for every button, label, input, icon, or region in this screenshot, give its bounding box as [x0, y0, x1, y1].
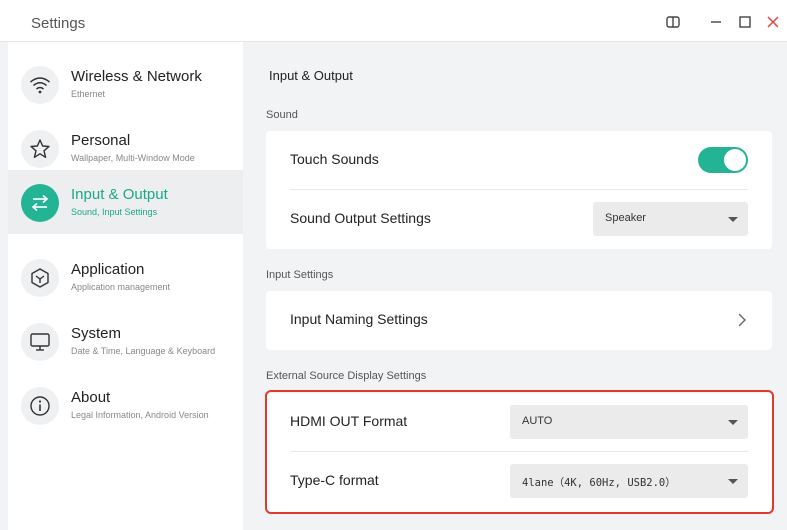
sidebar-item-subtitle: Ethernet	[71, 89, 106, 99]
sidebar-item-title: Application	[71, 261, 145, 278]
sidebar-item-title: Personal	[71, 132, 131, 149]
star-icon	[21, 130, 59, 168]
info-icon	[21, 387, 59, 425]
caret-down-icon	[728, 217, 738, 222]
sidebar-item-subtitle: Legal Information, Android Version	[71, 410, 209, 420]
maximize-icon[interactable]	[737, 14, 753, 30]
sound-output-row: Sound Output Settings Speaker	[266, 190, 772, 249]
sidebar-item-subtitle: Wallpaper, Multi-Window Mode	[71, 153, 195, 163]
minimize-icon[interactable]	[708, 14, 724, 30]
wifi-icon	[21, 66, 59, 104]
sidebar-item-subtitle: Application management	[71, 282, 171, 292]
title-bar: Settings	[0, 0, 787, 42]
sound-card: Touch Sounds Sound Output Settings Speak…	[266, 131, 772, 249]
sidebar-item-input-output[interactable]: Input & Output Sound, Input Settings	[8, 170, 243, 234]
touch-sounds-toggle[interactable]	[698, 147, 748, 173]
sidebar-item-subtitle: Sound, Input Settings	[71, 207, 158, 217]
window-title: Settings	[31, 15, 86, 32]
cube-icon	[21, 259, 59, 297]
split-view-icon[interactable]	[665, 14, 681, 30]
sidebar-item-about[interactable]: About Legal Information, Android Version	[8, 373, 243, 437]
section-label-external: External Source Display Settings	[266, 370, 427, 382]
sidebar-item-title: About	[71, 389, 111, 406]
toggle-knob	[724, 149, 746, 171]
sound-output-select[interactable]: Speaker	[593, 202, 748, 236]
close-icon[interactable]	[765, 14, 781, 30]
sidebar-item-wireless-network[interactable]: Wireless & Network Ethernet	[8, 52, 243, 116]
touch-sounds-label: Touch Sounds	[290, 151, 379, 167]
chevron-right-icon	[738, 313, 746, 332]
sidebar-item-application[interactable]: Application Application management	[8, 245, 243, 309]
input-card: Input Naming Settings	[266, 291, 772, 350]
swap-arrows-icon	[21, 184, 59, 222]
monitor-icon	[21, 323, 59, 361]
sidebar-item-subtitle: Date & Time, Language & Keyboard	[71, 346, 216, 356]
touch-sounds-row[interactable]: Touch Sounds	[266, 131, 772, 190]
sidebar-item-title: System	[71, 325, 122, 342]
sidebar: Wireless & Network Ethernet Personal Wal…	[8, 42, 243, 530]
select-value: Speaker	[605, 212, 646, 224]
section-label-sound: Sound	[266, 109, 298, 121]
input-naming-row[interactable]: Input Naming Settings	[266, 291, 772, 350]
sidebar-item-system[interactable]: System Date & Time, Language & Keyboard	[8, 309, 243, 373]
page-title: Input & Output	[269, 68, 353, 83]
sidebar-item-title: Wireless & Network	[71, 68, 202, 85]
section-label-input: Input Settings	[266, 269, 334, 281]
highlight-box	[265, 390, 774, 514]
sound-output-label: Sound Output Settings	[290, 210, 431, 226]
sidebar-item-title: Input & Output	[71, 186, 168, 203]
input-naming-label: Input Naming Settings	[290, 311, 428, 327]
